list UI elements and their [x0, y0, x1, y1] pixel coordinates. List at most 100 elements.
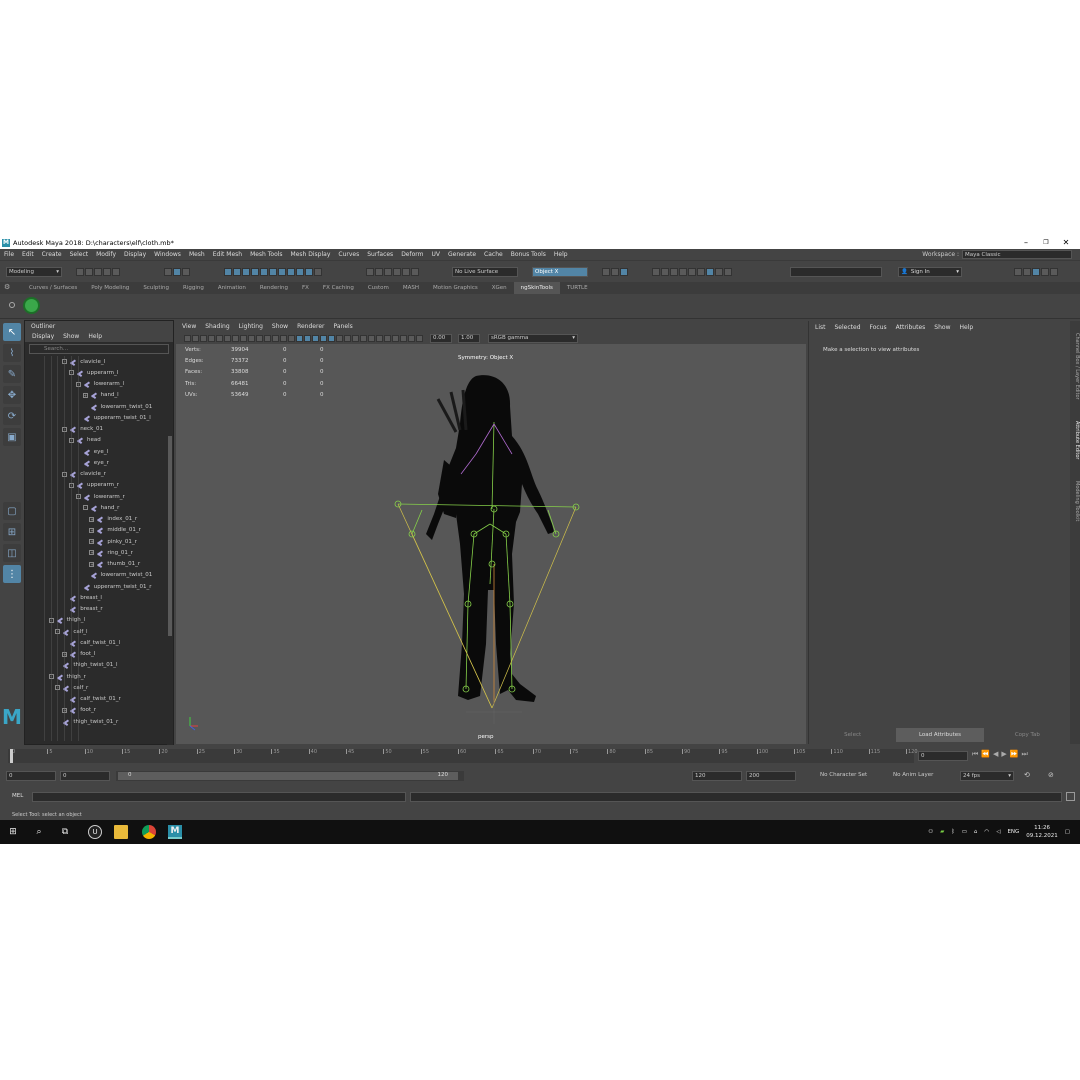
render-view-icon[interactable]	[652, 268, 660, 276]
ngskintools-button-icon[interactable]	[23, 297, 40, 314]
bluetooth-icon[interactable]: ᛒ	[951, 829, 954, 835]
viewport-tool-icon[interactable]	[200, 334, 207, 342]
network-icon[interactable]: ⌂	[974, 829, 978, 835]
start-time-field[interactable]: 0	[6, 771, 56, 781]
viewport-tool-icon[interactable]	[328, 334, 335, 342]
menu-item[interactable]: Generate	[448, 251, 476, 258]
clock[interactable]: 11:26 09.12.2021	[1026, 824, 1058, 840]
loop-icon[interactable]: ⟲	[1024, 771, 1030, 779]
viewport-tool-icon[interactable]	[368, 334, 375, 342]
step-back-key-icon[interactable]: ⏪	[981, 750, 990, 759]
channel-box-toggle-icon[interactable]	[1050, 268, 1058, 276]
mask-icon-4[interactable]	[251, 268, 259, 276]
maya-taskbar-icon[interactable]: M	[168, 825, 182, 839]
current-frame-field[interactable]: 0	[918, 751, 968, 761]
chrome-icon[interactable]	[142, 825, 156, 839]
outliner-node[interactable]: + index_01_r	[89, 514, 137, 525]
tab-attribute-editor[interactable]: Attribute Editor	[1070, 415, 1080, 465]
menu-item[interactable]: Modify	[96, 251, 116, 258]
minimize-button[interactable]: –	[1016, 236, 1036, 249]
outliner-menu-item[interactable]: Display	[32, 333, 54, 340]
range-bar[interactable]: 0 120	[116, 771, 464, 781]
attribute-editor-menu-item[interactable]: Focus	[870, 324, 887, 331]
mask-icon-8[interactable]	[287, 268, 295, 276]
file-explorer-icon[interactable]	[114, 825, 128, 839]
viewport-tool-icon[interactable]	[312, 334, 319, 342]
shelf-tab[interactable]: Animation	[211, 282, 253, 294]
play-backward-icon[interactable]: ◀	[993, 750, 998, 759]
mask-icon-6[interactable]	[269, 268, 277, 276]
viewport-tool-icon[interactable]	[304, 334, 311, 342]
viewport-tool-icon[interactable]	[224, 334, 231, 342]
menu-item[interactable]: File	[4, 251, 14, 258]
outliner-node[interactable]: lowerarm_twist_01	[83, 570, 153, 581]
outliner-node[interactable]: lowerarm_twist_01	[83, 401, 153, 412]
outliner-scrollbar[interactable]	[167, 356, 173, 746]
end-time-field[interactable]: 120	[692, 771, 742, 781]
attribute-editor-menu-item[interactable]: Attributes	[896, 324, 926, 331]
character-controls-toggle-icon[interactable]	[1023, 268, 1031, 276]
mask-icon-10[interactable]	[305, 268, 313, 276]
command-language-label[interactable]: MEL	[12, 793, 23, 799]
viewport-tool-icon[interactable]	[264, 334, 271, 342]
lasso-tool-icon[interactable]: ⌇	[3, 344, 21, 362]
arnold-icon[interactable]	[715, 268, 723, 276]
expand-toggle-icon[interactable]: +	[89, 539, 95, 544]
fps-dropdown[interactable]: 24 fps ▾	[960, 771, 1014, 781]
attribute-editor-toggle-icon[interactable]	[1032, 268, 1040, 276]
menu-item[interactable]: Cache	[484, 251, 503, 258]
notifications-icon[interactable]: ▢	[1065, 829, 1070, 835]
viewport-tool-icon[interactable]	[336, 334, 343, 342]
nvidia-icon[interactable]: ▰	[940, 829, 944, 835]
shelf-tab[interactable]: Motion Graphics	[426, 282, 485, 294]
four-view-layout-icon[interactable]: ⊞	[3, 523, 21, 541]
viewport-menu-item[interactable]: Renderer	[297, 323, 324, 330]
shelf-tab[interactable]: Rigging	[176, 282, 211, 294]
viewport-tool-icon[interactable]	[376, 334, 383, 342]
shelf-tab[interactable]: MASH	[396, 282, 426, 294]
viewport-tool-icon[interactable]	[248, 334, 255, 342]
script-editor-icon[interactable]	[1066, 792, 1075, 801]
quick-select-field[interactable]	[790, 267, 882, 277]
tab-channel-box[interactable]: Channel Box / Layer Editor	[1070, 323, 1080, 409]
outliner-node[interactable]: - lowerarm_l	[75, 379, 124, 390]
shelf-tab[interactable]: Rendering	[253, 282, 295, 294]
select-tool-icon[interactable]: ↖	[3, 323, 21, 341]
construction-history-icon[interactable]	[620, 268, 628, 276]
auto-key-icon[interactable]: ⊘	[1048, 771, 1054, 779]
search-icon[interactable]: ⌕	[32, 825, 46, 839]
menu-item[interactable]: Help	[554, 251, 568, 258]
sign-in-button[interactable]: 👤 Sign In ▾	[898, 267, 962, 277]
wifi-icon[interactable]: ◠	[984, 829, 989, 835]
viewport-tool-icon[interactable]	[288, 334, 295, 342]
character-set-dropdown[interactable]: No Character Set	[820, 772, 867, 778]
new-scene-icon[interactable]	[76, 268, 84, 276]
output-ops-icon[interactable]	[611, 268, 619, 276]
viewport-tool-icon[interactable]	[208, 334, 215, 342]
menu-item[interactable]: Mesh Tools	[250, 251, 282, 258]
expand-toggle-icon[interactable]: +	[89, 527, 95, 533]
viewport-tool-icon[interactable]	[344, 334, 351, 342]
select-button[interactable]: Select	[809, 728, 896, 742]
viewport-tool-icon[interactable]	[280, 334, 287, 342]
menu-item[interactable]: Edit Mesh	[213, 251, 242, 258]
save-scene-icon[interactable]	[94, 268, 102, 276]
snap-view-icon[interactable]	[402, 268, 410, 276]
render-current-icon[interactable]	[661, 268, 669, 276]
outliner-node[interactable]: + middle_01_r	[89, 525, 141, 536]
viewport-tool-icon[interactable]	[360, 334, 367, 342]
outliner-node[interactable]: breast_r	[62, 604, 102, 615]
menu-item[interactable]: Edit	[22, 251, 34, 258]
shelf-tab[interactable]: TURTLE	[560, 282, 595, 294]
outliner-node[interactable]: - neck_01	[62, 424, 103, 435]
menu-item[interactable]: Curves	[338, 251, 359, 258]
open-scene-icon[interactable]	[85, 268, 93, 276]
workspace-dropdown[interactable]: Maya Classic	[962, 250, 1072, 259]
expand-toggle-icon[interactable]: +	[89, 516, 95, 522]
outliner-node[interactable]: - thigh_l	[48, 615, 85, 626]
menu-item[interactable]: Create	[42, 251, 62, 258]
volume-icon[interactable]: ◁	[996, 829, 1000, 835]
mask-icon-9[interactable]	[296, 268, 304, 276]
attribute-editor-menu-item[interactable]: List	[815, 324, 826, 331]
single-perspective-layout-icon[interactable]: ▢	[3, 502, 21, 520]
